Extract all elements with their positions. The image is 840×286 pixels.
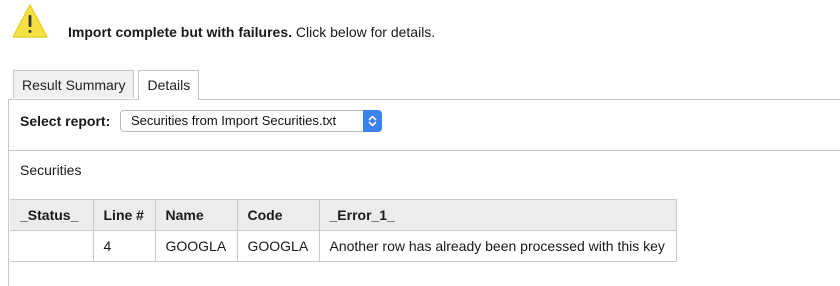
results-table: _Status_ Line # Name Code _Error_1_ 4 GO… — [10, 199, 677, 262]
import-results-page: Import complete but with failures. Click… — [0, 0, 840, 286]
select-report-label: Select report: — [20, 113, 111, 129]
status-message-bold: Import complete but with failures. — [68, 24, 293, 40]
cell-error: Another row has already been processed w… — [318, 230, 677, 262]
cell-code: GOOGLA — [236, 230, 320, 262]
column-header-name[interactable]: Name — [154, 199, 238, 231]
report-select-value: Securities from Import Securities.txt — [131, 113, 337, 128]
details-panel: Select report: Securities from Import Se… — [8, 99, 840, 286]
column-header-status[interactable]: _Status_ — [10, 199, 94, 231]
report-selector-row: Select report: Securities from Import Se… — [9, 100, 840, 151]
report-select[interactable]: Securities from Import Securities.txt — [120, 110, 382, 132]
import-status-message: Import complete but with failures. Click… — [68, 24, 435, 40]
column-header-line[interactable]: Line # — [92, 199, 156, 231]
warning-icon — [11, 3, 49, 39]
tab-details[interactable]: Details — [138, 70, 200, 100]
column-header-code[interactable]: Code — [236, 199, 320, 231]
column-header-error[interactable]: _Error_1_ — [318, 199, 677, 231]
tab-result-summary[interactable]: Result Summary — [13, 70, 135, 98]
table-row[interactable]: 4 GOOGLA GOOGLA Another row has already … — [10, 230, 677, 262]
select-stepper[interactable] — [363, 110, 382, 132]
tab-bar: Result Summary Details — [13, 70, 203, 100]
table-header-row: _Status_ Line # Name Code _Error_1_ — [10, 199, 677, 231]
status-message-rest: Click below for details. — [292, 24, 436, 40]
section-title: Securities — [20, 162, 82, 178]
cell-name: GOOGLA — [154, 230, 238, 262]
chevron-up-down-icon — [368, 115, 377, 127]
cell-status — [10, 230, 94, 262]
cell-line: 4 — [92, 230, 156, 262]
